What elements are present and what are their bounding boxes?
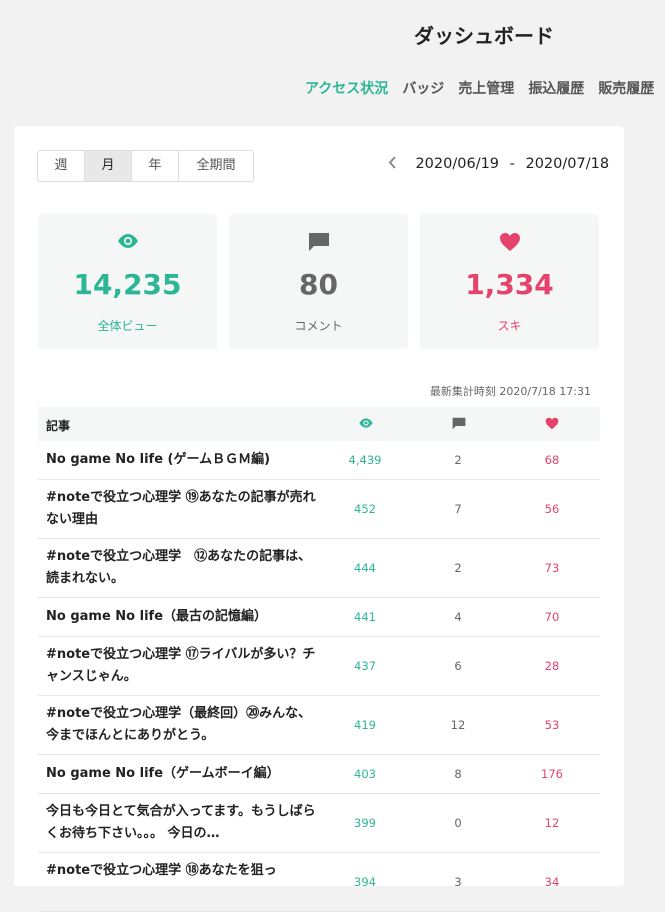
views-count: 14,235 [73, 268, 182, 301]
likes-count: 1,334 [465, 268, 554, 301]
comments-card: 80 コメント [229, 214, 408, 349]
period-tab-all[interactable]: 全期間 [179, 151, 253, 181]
comments-label: コメント [294, 319, 343, 333]
article-likes: 28 [544, 659, 560, 673]
table-row[interactable]: No game No life（最古の記憶編） 441 4 70 [38, 598, 600, 637]
article-comments: 0 [454, 816, 462, 830]
article-title[interactable]: #noteで役立つ心理学 ⑱あなたを狙っ [46, 860, 316, 882]
article-title[interactable]: No game No life (ゲームＢＧＭ編) [46, 449, 316, 471]
page-title: ダッシュボード [414, 24, 554, 48]
article-comments: 8 [454, 767, 462, 781]
column-title: 記事 [46, 419, 71, 433]
article-likes: 53 [544, 718, 560, 732]
comments-count: 80 [299, 268, 338, 301]
likes-label: スキ [497, 319, 522, 333]
article-views: 437 [354, 659, 376, 673]
article-likes: 34 [544, 875, 560, 889]
article-likes: 12 [544, 816, 560, 830]
article-title[interactable]: #noteで役立つ心理学 ⑫あなたの記事は、読まれない。 [46, 546, 316, 590]
period-tab-week[interactable]: 週 [38, 151, 85, 181]
table-row[interactable]: #noteで役立つ心理学 ⑱あなたを狙っ 394 3 34 [38, 853, 600, 912]
eye-icon [38, 232, 217, 252]
heart-icon[interactable] [545, 417, 559, 431]
period-tabs: 週 月 年 全期間 [37, 150, 254, 182]
article-comments: 12 [450, 718, 466, 732]
views-card: 14,235 全体ビュー [38, 214, 217, 349]
article-likes: 176 [541, 767, 563, 781]
dashboard-nav: アクセス状況 バッジ 売上管理 振込履歴 販売履歴 [305, 78, 665, 98]
heart-icon [420, 232, 599, 252]
table-row[interactable]: #noteで役立つ心理学 ⑰ライバルが多い？チャンスじゃん。 437 6 28 [38, 637, 600, 696]
article-comments: 2 [454, 561, 462, 575]
article-likes: 68 [544, 453, 560, 467]
table-row[interactable]: 今日も今日とて気合が入ってます。もうしばらくお待ち下さい。。。 今日の… 399… [38, 794, 600, 853]
date-end: 2020/07/18 [525, 156, 610, 172]
tab-access-status[interactable]: アクセス状況 [305, 81, 388, 97]
article-title[interactable]: #noteで役立つ心理学（最終回）⑳みんな、今までほんとにありがとう。 [46, 703, 316, 747]
article-likes: 70 [544, 610, 560, 624]
article-title[interactable]: #noteで役立つ心理学 ⑰ライバルが多い？チャンスじゃん。 [46, 644, 316, 688]
article-views: 4,439 [348, 453, 382, 467]
eye-icon[interactable] [358, 417, 374, 431]
articles-table: 記事 No game No life (ゲームＢＧＭ編) 4,439 2 68 [38, 407, 600, 912]
table-row[interactable]: No game No life（ゲームボーイ編） 403 8 176 [38, 755, 600, 794]
article-title[interactable]: No game No life（ゲームボーイ編） [46, 763, 316, 785]
article-comments: 3 [454, 875, 462, 889]
last-updated: 最新集計時刻 2020/7/18 17:31 [429, 385, 591, 398]
article-comments: 4 [454, 610, 462, 624]
article-likes: 56 [544, 502, 560, 516]
article-comments: 2 [454, 453, 462, 467]
article-views: 419 [354, 718, 376, 732]
article-title[interactable]: #noteで役立つ心理学 ⑲あなたの記事が売れない理由 [46, 487, 316, 531]
views-label: 全体ビュー [97, 319, 158, 333]
period-tab-month[interactable]: 月 [85, 151, 132, 181]
chevron-left-icon[interactable] [388, 156, 401, 172]
likes-card: 1,334 スキ [420, 214, 599, 349]
article-title[interactable]: No game No life（最古の記憶編） [46, 606, 316, 628]
article-likes: 73 [544, 561, 560, 575]
article-views: 399 [354, 816, 376, 830]
table-row[interactable]: #noteで役立つ心理学 ⑲あなたの記事が売れない理由 452 7 56 [38, 480, 600, 539]
tab-sales-history[interactable]: 販売履歴 [598, 81, 654, 97]
tab-transfer-history[interactable]: 振込履歴 [528, 81, 584, 97]
date-separator: - [509, 156, 515, 172]
article-views: 444 [354, 561, 376, 575]
table-row[interactable]: #noteで役立つ心理学（最終回）⑳みんな、今までほんとにありがとう。 419 … [38, 696, 600, 755]
table-row[interactable]: #noteで役立つ心理学 ⑫あなたの記事は、読まれない。 444 2 73 [38, 539, 600, 598]
comment-icon [229, 232, 408, 252]
date-start: 2020/06/19 [415, 156, 500, 172]
article-views: 441 [354, 610, 376, 624]
period-tab-year[interactable]: 年 [132, 151, 179, 181]
comment-icon[interactable] [452, 417, 466, 431]
stats-panel: 週 月 年 全期間 2020/06/19 - 2020/07/18 14,235… [14, 126, 624, 912]
article-views: 403 [354, 767, 376, 781]
article-views: 452 [354, 502, 376, 516]
tab-badges[interactable]: バッジ [402, 81, 444, 97]
article-comments: 7 [454, 502, 462, 516]
article-title[interactable]: 今日も今日とて気合が入ってます。もうしばらくお待ち下さい。。。 今日の… [46, 801, 316, 845]
table-header: 記事 [38, 407, 600, 441]
table-row[interactable]: No game No life (ゲームＢＧＭ編) 4,439 2 68 [38, 441, 600, 480]
article-views: 394 [354, 875, 376, 889]
tab-sales-management[interactable]: 売上管理 [458, 81, 514, 97]
article-comments: 6 [454, 659, 462, 673]
date-range: 2020/06/19 - 2020/07/18 [388, 156, 609, 172]
